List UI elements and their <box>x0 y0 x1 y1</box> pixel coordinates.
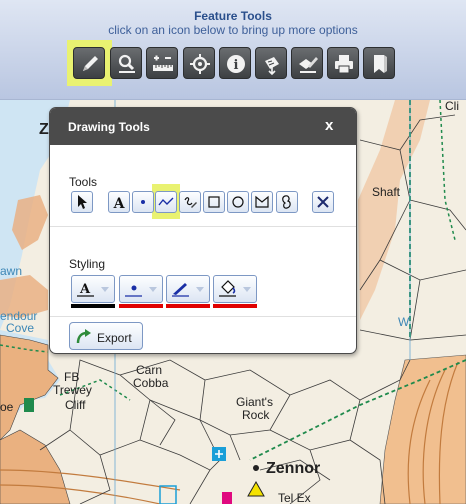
locate-tool-button[interactable] <box>183 47 215 79</box>
map-label-cliff: Cliff <box>65 398 86 412</box>
svg-text:i: i <box>234 58 239 73</box>
printer-icon <box>335 55 353 74</box>
text-style-color-swatch <box>71 304 115 308</box>
bookmark-tool-button[interactable] <box>363 47 395 79</box>
map-label-carn: Carn <box>136 363 163 377</box>
feature-tools-subtitle: click on an icon below to bring up more … <box>108 23 358 37</box>
export-label: Export <box>97 331 132 345</box>
close-icon: x <box>325 117 334 134</box>
svg-text:A: A <box>79 282 91 297</box>
circle-tool-button[interactable] <box>227 191 249 213</box>
map-pointer-icon <box>265 57 279 76</box>
circle-icon <box>232 196 244 208</box>
measure-tool-button[interactable] <box>146 47 178 79</box>
magnifier-icon <box>118 54 135 73</box>
map-label-cove: Cove <box>6 321 35 335</box>
delete-tool-button[interactable] <box>312 191 334 213</box>
signpost-edit-icon <box>299 57 318 73</box>
polyline-icon <box>158 197 174 206</box>
text-style-button[interactable]: A <box>71 275 115 303</box>
line-tool-button[interactable] <box>155 191 177 213</box>
freeform-shape-icon <box>282 195 291 209</box>
map-label-shaft: Shaft <box>372 185 401 199</box>
map-point-tool-button[interactable] <box>255 47 287 79</box>
freehand-tool-button[interactable] <box>179 191 201 213</box>
map-label-oe: oe <box>0 400 14 414</box>
fill-color-icon <box>219 280 251 297</box>
map-label-awn: awn <box>0 264 23 278</box>
map-label-fb: FB <box>64 370 80 384</box>
rectangle-tool-button[interactable] <box>203 191 225 213</box>
section-divider <box>50 316 356 317</box>
map-label-cobba: Cobba <box>133 376 169 390</box>
feature-tools-bar: Feature Tools click on an icon below to … <box>0 0 466 100</box>
search-tool-button[interactable] <box>110 47 142 79</box>
point-style-color-swatch <box>119 304 163 308</box>
feature-tools-title: Feature Tools <box>194 9 272 23</box>
close-button[interactable]: x <box>325 117 337 134</box>
print-tool-button[interactable] <box>327 47 359 79</box>
text-icon: A <box>113 196 126 210</box>
ruler-icon <box>153 55 173 71</box>
point-tool-button[interactable] <box>132 191 154 213</box>
info-tool-button[interactable]: i <box>219 47 251 79</box>
svg-text:A: A <box>113 196 126 210</box>
export-button[interactable]: Export <box>69 322 143 350</box>
point-style-button[interactable] <box>119 275 163 303</box>
crosshair-icon <box>190 54 210 74</box>
map-label-giants: Giant's <box>236 395 273 409</box>
map-label-tel-ex: Tel Ex <box>278 491 311 504</box>
line-style-color-swatch <box>166 304 210 308</box>
fill-style-color-swatch <box>213 304 257 308</box>
bookmark-icon <box>374 55 387 73</box>
delete-icon <box>317 196 329 208</box>
map-label-zennor: Zennor <box>266 460 321 477</box>
tools-label: Tools <box>69 175 98 189</box>
freeform-tool-button[interactable] <box>276 191 298 213</box>
section-divider <box>50 226 356 227</box>
rectangle-icon <box>208 196 220 208</box>
text-tool-button[interactable]: A <box>108 191 130 213</box>
export-arrow-icon <box>76 329 91 344</box>
polygon-icon <box>255 195 269 208</box>
map-label-cli: Cli <box>445 99 459 113</box>
map-label-z: Z <box>39 121 49 138</box>
edit-route-tool-button[interactable] <box>291 47 323 79</box>
panel-titlebar[interactable]: Drawing Tools x <box>50 108 356 145</box>
map-label-w: W <box>398 315 410 329</box>
polygon-tool-button[interactable] <box>251 191 273 213</box>
select-tool-button[interactable] <box>71 191 93 213</box>
point-color-icon <box>125 285 157 297</box>
info-icon: i <box>227 55 245 73</box>
freehand-icon <box>184 197 197 208</box>
line-color-icon <box>172 283 204 297</box>
line-style-button[interactable] <box>166 275 210 303</box>
panel-title: Drawing Tools <box>68 120 150 134</box>
select-arrow-icon <box>78 195 87 209</box>
draw-tool-button[interactable] <box>73 47 105 79</box>
styling-label: Styling <box>69 257 106 271</box>
fill-style-button[interactable] <box>213 275 257 303</box>
map-label-trewey: Trewey <box>53 383 92 397</box>
drawing-tools-panel: Drawing Tools x Tools A Styling A Export <box>49 107 357 354</box>
map-label-rock: Rock <box>242 408 270 422</box>
point-icon <box>141 200 145 204</box>
font-color-icon: A <box>77 282 109 297</box>
pencil-icon <box>83 56 98 71</box>
